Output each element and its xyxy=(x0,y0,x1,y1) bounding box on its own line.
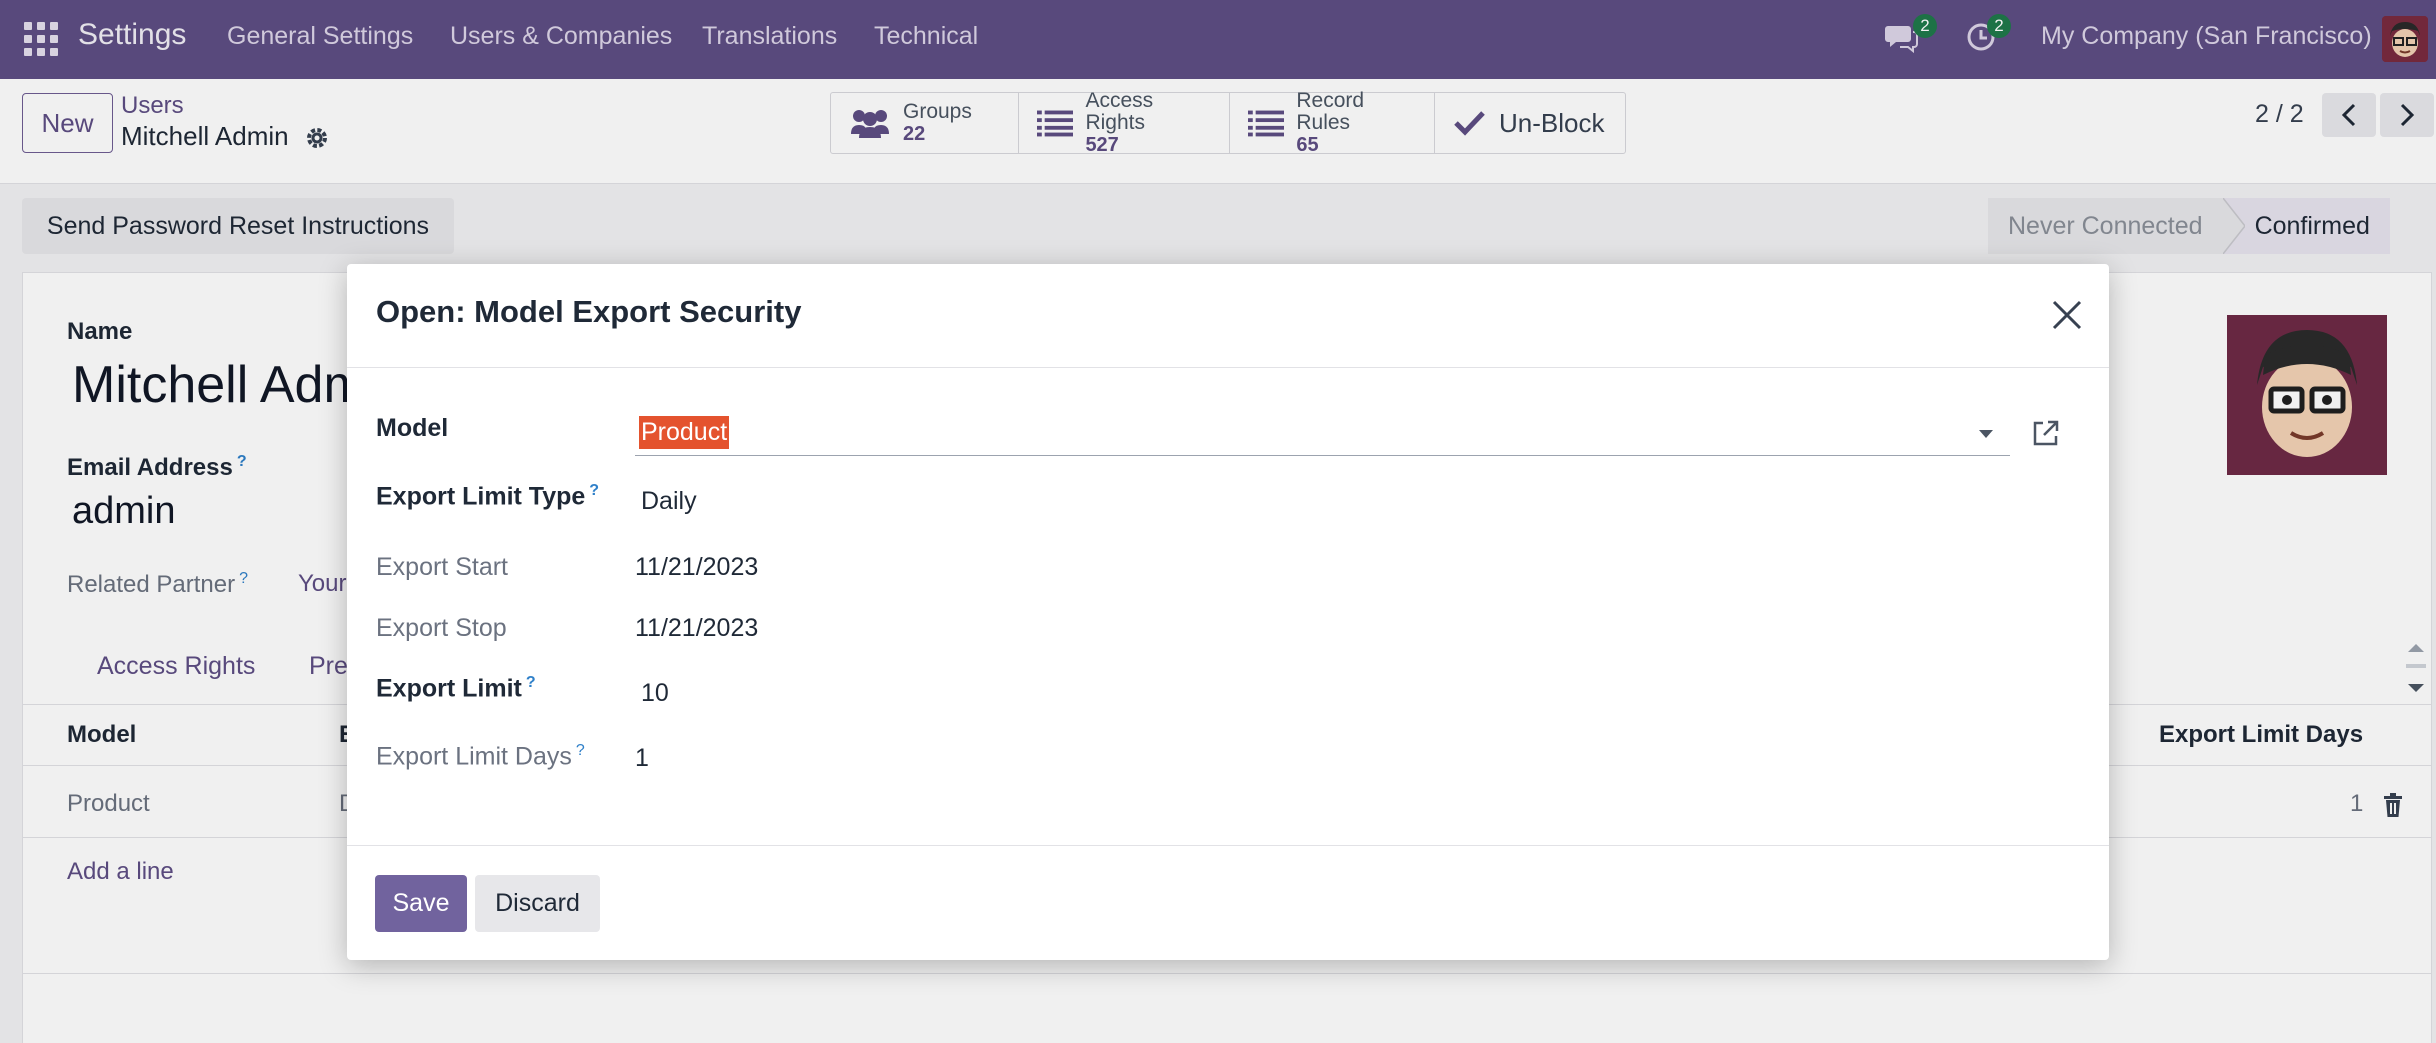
model-field[interactable]: Product xyxy=(635,410,2010,456)
export-limit-label: Export Limit? xyxy=(376,674,536,703)
export-limit-help-icon[interactable]: ? xyxy=(526,674,536,691)
export-limit-days-field: 1 xyxy=(635,744,649,772)
external-link-icon[interactable] xyxy=(2031,418,2061,448)
dialog-footer-divider xyxy=(347,845,2109,846)
export-start-field: 11/21/2023 xyxy=(635,553,759,581)
close-icon[interactable] xyxy=(2050,298,2084,332)
export-limit-type-field[interactable]: Daily xyxy=(641,487,697,516)
export-start-label: Export Start xyxy=(376,553,508,581)
export-limit-field[interactable]: 10 xyxy=(641,679,669,708)
limit-days-help-icon[interactable]: ? xyxy=(576,742,585,759)
model-label: Model xyxy=(376,414,449,442)
discard-button[interactable]: Discard xyxy=(475,875,600,932)
export-stop-label: Export Stop xyxy=(376,614,507,642)
chevron-down-icon[interactable] xyxy=(1979,430,1993,438)
model-value[interactable]: Product xyxy=(639,416,730,449)
dialog-header-divider xyxy=(347,367,2109,368)
export-limit-type-label: Export Limit Type? xyxy=(376,482,600,511)
dialog-title: Open: Model Export Security xyxy=(376,294,802,329)
export-limit-days-label: Export Limit Days? xyxy=(376,742,585,771)
save-button[interactable]: Save xyxy=(375,875,467,932)
limit-type-help-icon[interactable]: ? xyxy=(589,482,599,499)
model-export-security-dialog: Open: Model Export Security Model Produc… xyxy=(347,264,2109,960)
export-stop-field: 11/21/2023 xyxy=(635,614,759,642)
